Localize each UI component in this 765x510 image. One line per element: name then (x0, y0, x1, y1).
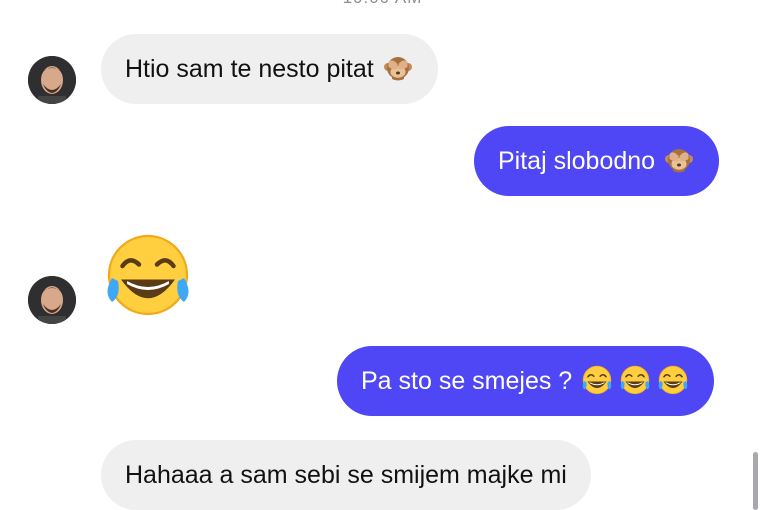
outgoing-message-bubble[interactable]: Pitaj slobodno (474, 126, 720, 196)
chat-thread: 10:00 AM Htio sam te nesto pitat Pitaj s… (0, 0, 765, 510)
message-text: Htio sam te nesto pitat (125, 55, 374, 83)
avatar-photo (28, 276, 76, 324)
message-text: Pitaj slobodno (498, 147, 656, 175)
contact-avatar[interactable] (28, 276, 76, 324)
see-no-evil-monkey-icon (382, 53, 414, 85)
incoming-message-bubble[interactable]: Hahaaa a sam sebi se smijem majke mi (101, 440, 591, 510)
message-text: Hahaaa a sam sebi se smijem majke mi (125, 461, 567, 489)
face-with-tears-of-joy-icon (618, 364, 652, 398)
outgoing-message-bubble[interactable]: Pa sto se smejes ? (337, 346, 715, 416)
message-timestamp: 10:00 AM (0, 0, 765, 8)
scrollbar-thumb[interactable] (753, 452, 758, 510)
face-with-tears-of-joy-icon (580, 364, 614, 398)
avatar-photo (28, 56, 76, 104)
see-no-evil-monkey-icon (663, 145, 695, 177)
face-with-tears-of-joy-icon[interactable] (100, 230, 196, 326)
message-text: Pa sto se smejes ? (361, 367, 573, 395)
contact-avatar[interactable] (28, 56, 76, 104)
incoming-message-bubble[interactable]: Htio sam te nesto pitat (101, 34, 438, 104)
face-with-tears-of-joy-icon (656, 364, 690, 398)
